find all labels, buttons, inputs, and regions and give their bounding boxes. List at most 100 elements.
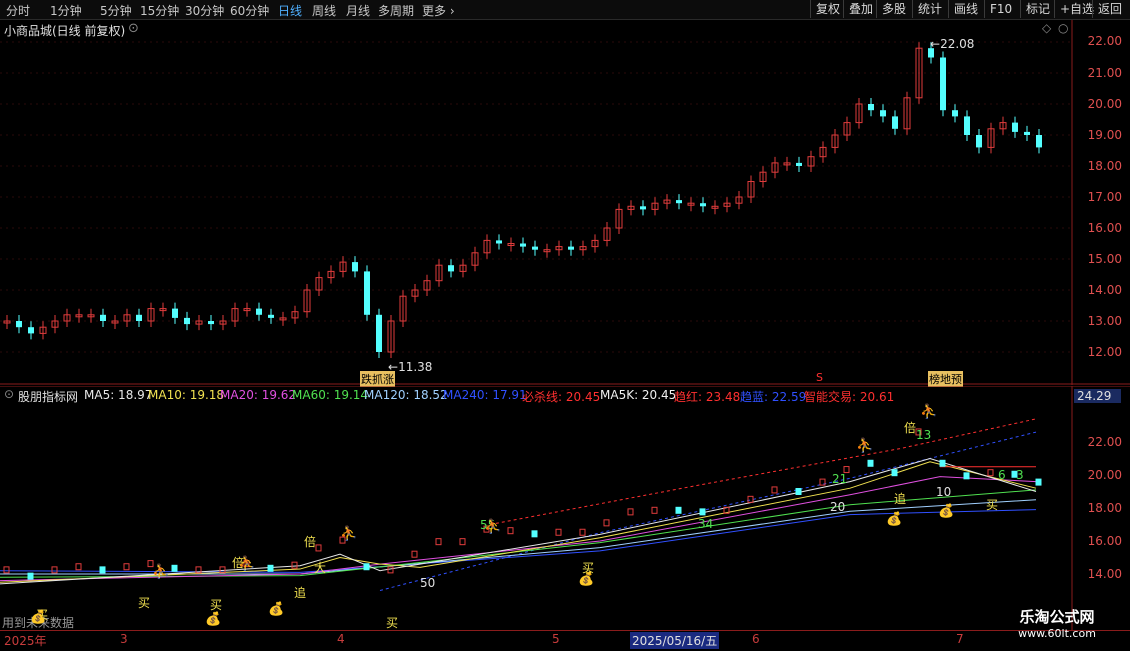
- sub-candle: [99, 566, 106, 574]
- candle-down: [496, 240, 502, 244]
- sub-candle: [987, 469, 994, 477]
- sub-candle: [267, 564, 274, 572]
- period-tab-daily[interactable]: 日线: [278, 2, 302, 19]
- candle-down: [700, 203, 706, 207]
- sub-candle: [387, 566, 394, 574]
- indicator-svg: [0, 386, 1130, 630]
- trend-blue-label: 趋蓝: 22.59: [740, 390, 807, 404]
- candle-down: [256, 308, 262, 315]
- signal-bei: 倍: [304, 535, 317, 549]
- stats-button[interactable]: 统计: [912, 0, 947, 18]
- period-tab-multi[interactable]: 多周期: [378, 2, 414, 19]
- period-tab-1min[interactable]: 1分钟: [50, 2, 82, 19]
- y-tick: 12.00: [1087, 345, 1122, 359]
- sub-candle: [363, 563, 370, 571]
- period-tab-weekly[interactable]: 周线: [312, 2, 336, 19]
- signal-34: 34: [698, 517, 714, 531]
- ma120-line: [0, 499, 1037, 575]
- mark-button[interactable]: 标记: [1020, 0, 1055, 18]
- candle-down: [268, 314, 274, 318]
- sub-candle: [459, 538, 466, 546]
- signal-tag-mid: S: [816, 371, 823, 384]
- signal-10: 10: [936, 485, 952, 499]
- chevron-down-circle-icon[interactable]: ⊙: [128, 21, 139, 36]
- candle-down: [868, 104, 874, 111]
- candle-down: [172, 308, 178, 318]
- candle-down: [448, 265, 454, 272]
- overlay-button[interactable]: 叠加: [843, 0, 878, 18]
- candle-down: [952, 110, 958, 117]
- candle-down: [364, 271, 370, 315]
- indicator-title: 股朋指标网: [18, 390, 79, 404]
- indicator-chart[interactable]: ⊙ 股朋指标网 MA5: 18.97 MA10: 19.18 MA20: 19.…: [0, 386, 1130, 630]
- chevron-right-icon: ›: [446, 4, 455, 18]
- sub-y-tick: 22.00: [1087, 435, 1122, 449]
- date-label: 5: [552, 632, 560, 646]
- y-tick: 14.00: [1087, 283, 1122, 297]
- multi-stock-button[interactable]: 多股: [876, 0, 911, 18]
- money-bag-icon: 💰: [30, 610, 47, 625]
- runner-icon: ⛹: [340, 526, 358, 542]
- signal-21: 21: [832, 472, 848, 486]
- period-tab-15min[interactable]: 15分钟: [140, 2, 179, 19]
- period-tab-more[interactable]: 更多 ›: [422, 2, 455, 19]
- low-price-value: 11.38: [398, 360, 433, 374]
- runner-icon: ⛹: [484, 519, 502, 535]
- candle-down: [676, 200, 682, 204]
- period-tab-5min[interactable]: 5分钟: [100, 2, 132, 19]
- signal-mai: 买: [210, 598, 223, 612]
- y-tick: 21.00: [1087, 66, 1122, 80]
- candle-down: [1012, 122, 1018, 132]
- stock-title: 小商品城(日线 前复权): [4, 24, 126, 38]
- sub-candle: [315, 544, 322, 552]
- signal-bei: 倍: [904, 421, 917, 435]
- candle-down: [568, 246, 574, 250]
- period-tab-60min[interactable]: 60分钟: [230, 2, 269, 19]
- current-value-badge: 24.29: [1074, 389, 1122, 403]
- period-tab-monthly[interactable]: 月线: [346, 2, 370, 19]
- indicator-dropdown-icon[interactable]: ⊙: [4, 387, 14, 401]
- bisha-line-label: 必杀线: 20.45: [522, 390, 601, 404]
- fuquan-button[interactable]: 复权: [810, 0, 845, 18]
- money-bag-icon: 💰: [268, 602, 285, 617]
- signal-tag-right: 榜地预: [928, 371, 963, 387]
- candle-down: [16, 321, 22, 328]
- sub-candle: [771, 486, 778, 494]
- ma10-label: MA10: 19.18: [148, 388, 225, 402]
- main-kline-chart[interactable]: 小商品城(日线 前复权) ⊙ ◇ ○ 22.00 21.00 20.00 19.…: [0, 20, 1130, 387]
- signal-6: 6: [998, 468, 1006, 482]
- y-tick: 13.00: [1087, 314, 1122, 328]
- runner-icon: ⛹: [856, 438, 874, 454]
- sub-candle: [291, 561, 298, 569]
- ma240-line: [0, 509, 1037, 573]
- sub-candle: [531, 530, 538, 538]
- diamond-icon[interactable]: ◇: [1042, 21, 1051, 35]
- period-tab-fenshi[interactable]: 分时: [6, 2, 30, 19]
- circle-icon[interactable]: ○: [1058, 21, 1068, 35]
- signal-mai: 买: [138, 596, 151, 610]
- signal-13: 13: [916, 428, 932, 442]
- sub-candle: [867, 459, 874, 467]
- back-button[interactable]: 返回: [1092, 0, 1127, 18]
- sub-candle: [171, 564, 178, 572]
- draw-line-button[interactable]: 画线: [948, 0, 983, 18]
- signal-20: 20: [830, 500, 846, 514]
- signal-mai: 买: [986, 498, 999, 512]
- y-tick: 16.00: [1087, 221, 1122, 235]
- sub-candle: [27, 572, 34, 580]
- f10-button[interactable]: F10: [984, 0, 1017, 18]
- sub-candle: [795, 488, 802, 495]
- sub-y-tick: 18.00: [1087, 501, 1122, 515]
- sub-candle: [3, 566, 10, 574]
- y-tick: 19.00: [1087, 128, 1122, 142]
- sub-candle: [603, 519, 610, 527]
- signal-mai: 买: [386, 616, 399, 630]
- candle-down: [940, 57, 946, 111]
- watermark-url: www.60lt.com: [1018, 627, 1096, 640]
- money-bag-icon: 💰: [938, 504, 955, 519]
- ma240-label: MA240: 17.91: [443, 388, 527, 402]
- date-label: 2025年: [4, 634, 47, 648]
- date-label: 7: [956, 632, 964, 646]
- period-tab-30min[interactable]: 30分钟: [185, 2, 224, 19]
- candle-down: [28, 327, 34, 334]
